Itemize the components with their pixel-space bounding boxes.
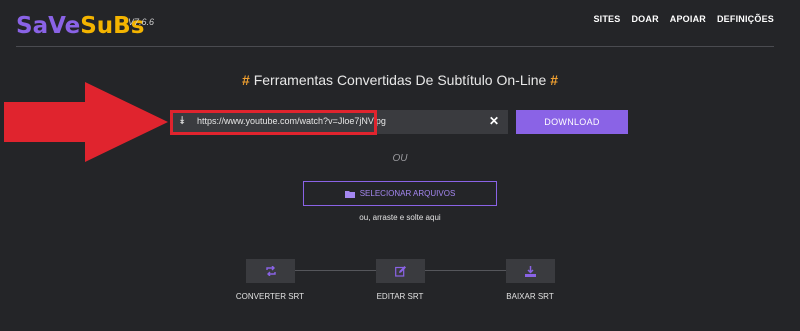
title-hash-left: # — [242, 72, 250, 88]
nav-doar[interactable]: DOAR — [631, 14, 658, 24]
version-label: V7.6.6 — [128, 17, 155, 27]
or-separator: OU — [392, 153, 408, 164]
drop-hint: ou, arraste e solte aqui — [359, 213, 441, 222]
step-convert-label: CONVERTER SRT — [235, 292, 305, 301]
step-convert-button[interactable] — [246, 259, 295, 283]
edit-icon — [395, 265, 406, 277]
header-divider — [16, 46, 774, 47]
select-files-label: SELECIONAR ARQUIVOS — [359, 189, 456, 198]
annotation-arrow — [4, 82, 168, 162]
step-edit-label: EDITAR SRT — [376, 292, 424, 301]
annotation-highlight-box — [170, 110, 377, 135]
top-nav: SITES DOAR APOIAR DEFINIÇÕES — [593, 14, 774, 24]
repeat-icon — [265, 266, 276, 276]
logo[interactable]: SaVeSuBs — [16, 8, 144, 40]
close-icon[interactable]: ✕ — [489, 114, 499, 128]
download-button[interactable]: DOWNLOAD — [516, 110, 628, 134]
select-files-button[interactable]: SELECIONAR ARQUIVOS — [303, 181, 497, 206]
title-text: Ferramentas Convertidas De Subtítulo On-… — [253, 72, 547, 88]
step-download-label: BAIXAR SRT — [506, 292, 554, 301]
nav-sites[interactable]: SITES — [593, 14, 620, 24]
title-hash-right: # — [550, 72, 558, 88]
nav-apoiar[interactable]: APOIAR — [670, 14, 706, 24]
logo-text: SaVeSuBs — [16, 13, 145, 39]
step-edit-button[interactable] — [376, 259, 425, 283]
nav-definicoes[interactable]: DEFINIÇÕES — [717, 14, 774, 24]
folder-icon — [344, 190, 355, 198]
download-icon — [525, 265, 536, 277]
step-download-button[interactable] — [506, 259, 555, 283]
